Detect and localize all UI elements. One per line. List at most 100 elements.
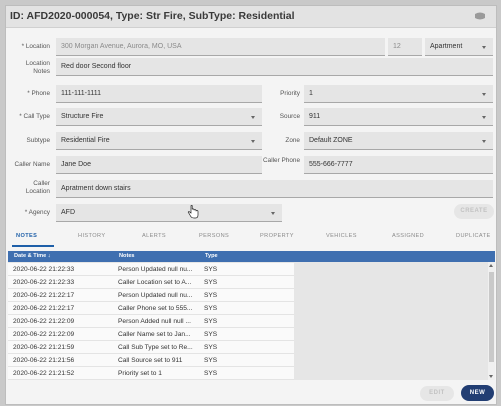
call-type-label: * Call Type [19, 113, 50, 120]
cell-notes: Person Updated null nu... [118, 266, 193, 273]
location-input[interactable]: 300 Morgan Avenue, Aurora, MO, USA [56, 38, 385, 56]
chevron-down-icon [482, 116, 486, 119]
subtype-value: Residential Fire [61, 137, 110, 144]
tab-persons[interactable]: PERSONS [199, 233, 229, 239]
incident-tabs: NOTES HISTORY ALERTS PERSONS PROPERTY VE… [6, 228, 496, 246]
subtype-label: Subtype [26, 137, 50, 144]
cell-date-time: 2020-06-22 21:22:33 [13, 266, 75, 273]
table-row[interactable]: 2020-06-22 21:22:09 Caller Name set to Ja… [8, 328, 294, 341]
location-notes-input[interactable]: Red door Second floor [56, 58, 493, 76]
cell-type: SYS [204, 357, 218, 364]
cell-type: SYS [204, 344, 218, 351]
cell-date-time: 2020-06-22 21:22:09 [13, 318, 75, 325]
cell-type: SYS [204, 305, 218, 312]
notes-grid: Date & Time ↓ Notes Type 2020-06-22 21:2… [8, 251, 495, 380]
new-button[interactable]: NEW [461, 385, 494, 401]
collapse-icon[interactable] [474, 12, 486, 21]
tab-alerts[interactable]: ALERTS [142, 233, 166, 239]
unit-type-select[interactable]: Apartment [425, 38, 493, 56]
cell-type: SYS [204, 266, 218, 273]
cell-date-time: 2020-06-22 21:22:33 [13, 279, 75, 286]
caller-phone-label: Caller Phone [263, 157, 300, 164]
tab-notes[interactable]: NOTES [16, 233, 37, 239]
phone-label: * Phone [27, 90, 50, 97]
cell-notes: Person Added null null ... [118, 318, 191, 325]
cell-type: SYS [204, 318, 218, 325]
cell-notes: Caller Phone set to 555... [118, 305, 193, 312]
hand-cursor-icon [187, 205, 199, 219]
incident-header: ID: AFD2020-000054, Type: Str Fire, SubT… [6, 6, 496, 28]
caller-location-label: Caller Location [25, 180, 50, 195]
priority-label: Priority [280, 90, 300, 97]
table-row[interactable]: 2020-06-22 21:21:59 Call Sub Type set to … [8, 341, 294, 354]
column-notes[interactable]: Notes [119, 253, 135, 259]
column-type[interactable]: Type [205, 253, 218, 259]
cell-type: SYS [204, 370, 218, 377]
cell-date-time: 2020-06-22 21:22:17 [13, 305, 75, 312]
incident-title: ID: AFD2020-000054, Type: Str Fire, SubT… [10, 10, 295, 22]
caller-phone-input[interactable]: 555-666-7777 [304, 156, 493, 174]
table-row[interactable]: 2020-06-22 21:22:33 Caller Location set t… [8, 276, 294, 289]
cell-date-time: 2020-06-22 21:21:56 [13, 357, 75, 364]
column-date-time[interactable]: Date & Time ↓ [14, 253, 51, 259]
caller-name-label: Caller Name [14, 161, 50, 168]
table-row[interactable]: 2020-06-22 21:22:17 Caller Phone set to 5… [8, 302, 294, 315]
tab-assigned[interactable]: ASSIGNED [392, 233, 424, 239]
agency-select[interactable]: AFD [56, 204, 282, 222]
cell-notes: Call Sub Type set to Re... [118, 344, 193, 351]
create-button[interactable]: CREATE [454, 204, 494, 219]
cell-type: SYS [204, 292, 218, 299]
agency-value: AFD [61, 209, 75, 216]
zone-value: Default ZONE [309, 137, 353, 144]
chevron-down-icon [482, 46, 486, 49]
cell-notes: Caller Name set to Jan... [118, 331, 191, 338]
cell-notes: Caller Location set to A... [118, 279, 192, 286]
chevron-down-icon [251, 116, 255, 119]
priority-value: 1 [309, 90, 313, 97]
subtype-select[interactable]: Residential Fire [56, 132, 262, 150]
table-row[interactable]: 2020-06-22 21:22:33 Person Updated null n… [8, 263, 294, 276]
caller-location-input[interactable]: Apratment down stairs [56, 180, 493, 198]
unit-number-input[interactable]: 12 [388, 38, 422, 56]
tab-duplicate[interactable]: DUPLICATE [456, 233, 491, 239]
unit-type-value: Apartment [430, 43, 463, 50]
chevron-down-icon [482, 93, 486, 96]
agency-label: * Agency [24, 209, 50, 216]
caller-name-input[interactable]: Jane Doe [56, 156, 262, 174]
source-label: Source [279, 113, 300, 120]
zone-label: Zone [285, 137, 300, 144]
table-row[interactable]: 2020-06-22 21:22:17 Person Updated null n… [8, 289, 294, 302]
location-notes-label: Location Notes [25, 60, 50, 75]
chevron-down-icon [271, 212, 275, 215]
tab-history[interactable]: HISTORY [78, 233, 105, 239]
scroll-up-icon[interactable] [489, 264, 493, 267]
tab-property[interactable]: PROPERTY [260, 233, 294, 239]
cell-type: SYS [204, 279, 218, 286]
cell-date-time: 2020-06-22 21:21:59 [13, 344, 75, 351]
phone-input[interactable]: 111-111-1111 [56, 85, 262, 103]
active-tab-indicator [12, 245, 54, 247]
call-type-select[interactable]: Structure Fire [56, 108, 262, 126]
table-row[interactable]: 2020-06-22 21:21:56 Call Source set to 91… [8, 354, 294, 367]
chevron-down-icon [482, 140, 486, 143]
location-label: * Location [21, 43, 50, 50]
cell-notes: Priority set to 1 [118, 370, 162, 377]
table-row[interactable]: 2020-06-22 21:22:09 Person Added null nul… [8, 315, 294, 328]
grid-scrollbar[interactable] [488, 262, 495, 380]
cell-notes: Person Updated null nu... [118, 292, 193, 299]
cell-date-time: 2020-06-22 21:22:17 [13, 292, 75, 299]
chevron-down-icon [251, 140, 255, 143]
source-select[interactable]: 911 [304, 108, 493, 126]
cell-type: SYS [204, 331, 218, 338]
scroll-down-icon[interactable] [489, 375, 493, 378]
priority-select[interactable]: 1 [304, 85, 493, 103]
incident-panel: ID: AFD2020-000054, Type: Str Fire, SubT… [5, 5, 497, 405]
cell-date-time: 2020-06-22 21:22:09 [13, 331, 75, 338]
tab-vehicles[interactable]: VEHICLES [326, 233, 357, 239]
edit-button[interactable]: EDIT [420, 386, 454, 401]
zone-select[interactable]: Default ZONE [304, 132, 493, 150]
cell-notes: Call Source set to 911 [118, 357, 183, 364]
table-row[interactable]: 2020-06-22 21:21:52 Priority set to 1 SYS [8, 367, 294, 380]
cell-date-time: 2020-06-22 21:21:52 [13, 370, 75, 377]
scroll-thumb[interactable] [489, 272, 494, 362]
